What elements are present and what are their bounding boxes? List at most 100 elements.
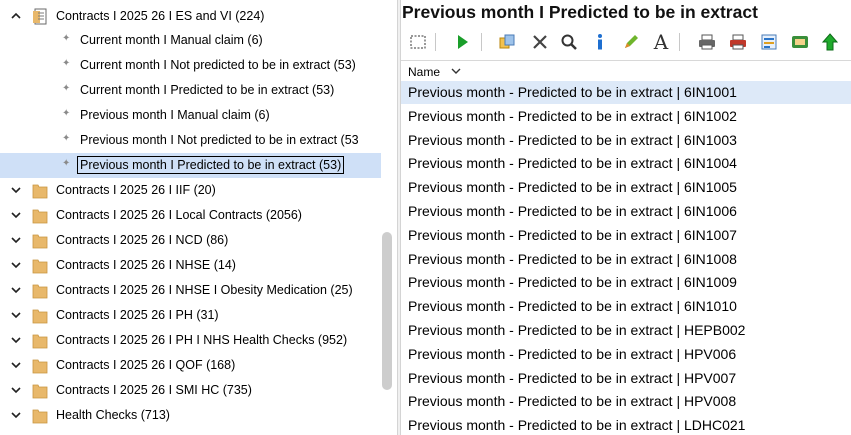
tree-item-label: Previous month I Manual claim (6) (80, 108, 270, 122)
tree-folder[interactable]: Contracts I 2025 26 I PH I NHS Health Ch… (0, 328, 380, 353)
list-item-label: Previous month - Predicted to be in extr… (408, 417, 746, 434)
list-item-label: Previous month - Predicted to be in extr… (408, 345, 737, 362)
tree-item[interactable]: ✦ Previous month I Predicted to be in ext… (0, 153, 381, 178)
leaf-bullet-icon: ✦ (62, 158, 71, 169)
list-item[interactable]: Previous month - Predicted to be in extr… (401, 176, 851, 199)
folder-document-icon (33, 8, 47, 25)
folder-icon (32, 184, 48, 199)
chevron-down-icon[interactable] (10, 259, 22, 271)
list-item[interactable]: Previous month - Predicted to be in extr… (401, 343, 851, 366)
tree-folder-label: Contracts I 2025 26 I PH (31) (56, 308, 219, 322)
list-item-label: Previous month - Predicted to be in extr… (408, 107, 737, 124)
tree-scrollbar[interactable] (382, 232, 392, 390)
select-all-icon[interactable] (407, 31, 429, 53)
content-panel: Previous month I Predicted to be in extr… (401, 0, 851, 435)
tree-folder[interactable]: Contracts I 2025 26 I QOF (168) (0, 353, 380, 378)
tree-item[interactable]: ✦ Previous month I Manual claim (6) (0, 103, 380, 128)
tree-folder[interactable]: Contracts I 2025 26 I IIF (20) (0, 178, 380, 203)
list-item[interactable]: Previous month - Predicted to be in extr… (401, 105, 851, 128)
tree-folder-label: Contracts I 2025 26 I ES and VI (224) (56, 9, 265, 23)
chevron-down-icon[interactable] (10, 209, 22, 221)
list-item-label: Previous month - Predicted to be in extr… (408, 274, 737, 291)
list-item[interactable]: Previous month - Predicted to be in extr… (401, 224, 851, 247)
folder-icon (32, 359, 48, 374)
leaf-bullet-icon: ✦ (62, 133, 71, 144)
tree-item-label: Previous month I Predicted to be in extr… (77, 156, 345, 174)
copy-icon[interactable] (496, 31, 518, 53)
export-icon[interactable] (789, 31, 811, 53)
info-icon[interactable] (589, 31, 611, 53)
tree-folder[interactable]: Contracts I 2025 26 I SMI HC (735) (0, 378, 380, 403)
list-item-label: Previous month - Predicted to be in extr… (408, 322, 746, 338)
tree-panel: Contracts I 2025 26 I ES and VI (224) ✦ C… (0, 0, 397, 435)
tree-folder[interactable]: Contracts I 2025 26 I NHSE (14) (0, 253, 380, 278)
chevron-down-icon[interactable] (10, 409, 22, 421)
list-item[interactable]: Previous month - Predicted to be in extr… (401, 414, 851, 435)
upload-icon[interactable] (819, 31, 841, 53)
chevron-down-icon[interactable] (10, 284, 22, 296)
tree-folder-label: Contracts I 2025 26 I PH I NHS Health Ch… (56, 333, 348, 347)
report-icon[interactable] (758, 31, 780, 53)
leaf-bullet-icon: ✦ (62, 83, 71, 94)
run-icon[interactable] (451, 31, 473, 53)
tree-folder-expanded[interactable]: Contracts I 2025 26 I ES and VI (224) (0, 4, 380, 29)
tree-item[interactable]: ✦ Current month I Manual claim (6) (0, 28, 380, 53)
list-item-label: Previous month - Predicted to be in extr… (408, 131, 737, 148)
list-item-label: Previous month - Predicted to be in extr… (408, 298, 737, 315)
font-icon[interactable]: A (650, 30, 672, 54)
print-icon[interactable] (696, 31, 718, 53)
folder-icon (32, 334, 48, 349)
tree-folder[interactable]: Contracts I 2025 26 I NCD (86) (0, 228, 380, 253)
column-header-label: Name (408, 65, 441, 79)
list-item[interactable]: Previous month - Predicted to be in extr… (401, 152, 851, 175)
toolbar: A (401, 28, 851, 56)
tree-folder[interactable]: Contracts I 2025 26 I Local Contracts (2… (0, 203, 380, 228)
chevron-up-icon[interactable] (10, 10, 22, 22)
chevron-down-icon[interactable] (10, 184, 22, 196)
folder-icon (32, 309, 48, 324)
list-item[interactable]: Previous month - Predicted to be in extr… (401, 81, 851, 104)
chevron-down-icon[interactable] (451, 67, 461, 75)
list-item[interactable]: Previous month - Predicted to be in extr… (401, 295, 851, 318)
list-item[interactable]: Previous month - Predicted to be in extr… (401, 129, 851, 152)
list-item[interactable]: Previous month - Predicted to be in extr… (401, 200, 851, 223)
chevron-down-icon[interactable] (10, 384, 22, 396)
leaf-bullet-icon: ✦ (62, 108, 71, 119)
list-item-label: Previous month - Predicted to be in extr… (408, 155, 737, 172)
tree-item-label: Current month I Not predicted to be in e… (80, 58, 356, 72)
list-item-label: Previous month - Predicted to be in extr… (408, 179, 737, 196)
column-header-name[interactable]: Name (401, 60, 851, 82)
chevron-down-icon[interactable] (10, 234, 22, 246)
list-item[interactable]: Previous month - Predicted to be in extr… (401, 248, 851, 271)
print-preview-icon[interactable] (727, 31, 749, 53)
delete-icon[interactable] (529, 31, 551, 53)
tree-item[interactable]: ✦ Previous month I Not predicted to be in… (0, 128, 380, 153)
chevron-down-icon[interactable] (10, 359, 22, 371)
list-item[interactable]: Previous month - Predicted to be in extr… (401, 390, 851, 413)
tree-folder[interactable]: Contracts I 2025 26 I PH (31) (0, 303, 380, 328)
search-icon[interactable] (558, 31, 580, 53)
tree-folder-label: Contracts I 2025 26 I IIF (20) (56, 183, 216, 197)
list-item[interactable]: Previous month - Predicted to be in extr… (401, 271, 851, 294)
folder-icon (32, 284, 48, 299)
edit-icon[interactable] (620, 31, 642, 53)
list-item-label: Previous month - Predicted to be in extr… (408, 393, 737, 410)
tree-folder-label: Contracts I 2025 26 I QOF (168) (56, 358, 236, 372)
tree-folder[interactable]: Contracts I 2025 26 I NHSE I Obesity Med… (0, 278, 380, 303)
leaf-bullet-icon: ✦ (62, 58, 71, 69)
list-item[interactable]: Previous month - Predicted to be in extr… (401, 367, 851, 390)
tree-folder-label: Contracts I 2025 26 I NCD (86) (56, 233, 229, 247)
tree-item[interactable]: ✦ Current month I Predicted to be in extr… (0, 78, 380, 103)
tree-item[interactable]: ✦ Current month I Not predicted to be in … (0, 53, 380, 78)
list-item-label: Previous month - Predicted to be in extr… (408, 84, 737, 100)
tree-folder[interactable]: Health Checks (713) (0, 403, 380, 428)
chevron-down-icon[interactable] (10, 309, 22, 321)
page-title: Previous month I Predicted to be in extr… (402, 2, 758, 22)
chevron-down-icon[interactable] (10, 334, 22, 346)
list-item[interactable]: Previous month - Predicted to be in extr… (401, 319, 851, 342)
leaf-bullet-icon: ✦ (62, 33, 71, 44)
tree-folder-label: Contracts I 2025 26 I NHSE (14) (56, 258, 236, 272)
folder-icon (32, 209, 48, 224)
tree-folder-label: Contracts I 2025 26 I SMI HC (735) (56, 383, 252, 397)
folder-icon (32, 234, 48, 249)
